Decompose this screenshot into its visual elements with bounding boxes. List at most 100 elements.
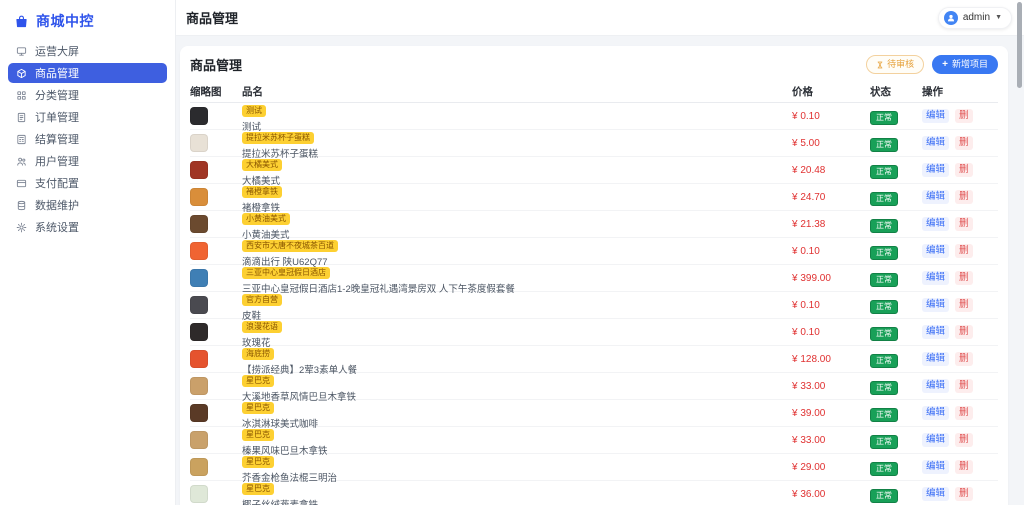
panel-actions: 待审核 + 新增项目 [866,55,998,74]
status-badge: 正常 [870,300,898,314]
edit-button[interactable]: 编辑 [922,460,949,474]
sidebar-item-label: 系统设置 [35,219,79,235]
product-price: ¥ 21.38 [792,219,870,230]
chevron-down-icon: ▼ [995,14,1002,21]
pending-review-label: 待审核 [887,60,914,69]
delete-button[interactable]: 删 [955,433,973,447]
delete-button[interactable]: 删 [955,244,973,258]
sidebar-item-label: 运营大屏 [35,43,79,59]
hourglass-icon [876,61,884,69]
delete-button[interactable]: 删 [955,109,973,123]
product-price: ¥ 399.00 [792,273,870,284]
panel-header: 商品管理 待审核 + 新增项目 [190,46,998,81]
sidebar-item-label: 商品管理 [35,65,79,81]
column-header: 状态 [870,84,922,99]
app-window: 商城中控 运营大屏商品管理分类管理订单管理结算管理用户管理支付配置数据维护系统设… [0,0,1024,505]
edit-button[interactable]: 编辑 [922,217,949,231]
sidebar-item-product[interactable]: 商品管理 [8,63,167,83]
plus-icon: + [942,60,948,70]
status-badge: 正常 [870,165,898,179]
sidebar-item-database[interactable]: 数据维护 [8,195,167,215]
delete-button[interactable]: 删 [955,406,973,420]
user-avatar-icon [944,11,958,25]
delete-button[interactable]: 删 [955,325,973,339]
pending-review-button[interactable]: 待审核 [866,55,924,74]
product-thumbnail [190,458,208,476]
edit-button[interactable]: 编辑 [922,244,949,258]
product-badge: 星巴克 [242,402,274,414]
product-price: ¥ 20.48 [792,165,870,176]
delete-button[interactable]: 删 [955,379,973,393]
product-thumbnail [190,107,208,125]
product-thumbnail [190,431,208,449]
status-badge: 正常 [870,219,898,233]
product-badge: 小黄油美式 [242,213,290,225]
shopping-bag-icon [14,14,29,29]
edit-button[interactable]: 编辑 [922,136,949,150]
product-badge: 官方自营 [242,294,282,306]
dashboard-icon [16,46,27,57]
edit-button[interactable]: 编辑 [922,190,949,204]
edit-button[interactable]: 编辑 [922,271,949,285]
sidebar-item-dashboard[interactable]: 运营大屏 [8,41,167,61]
payment-icon [16,178,27,189]
status-badge: 正常 [870,192,898,206]
product-badge: 大橘美式 [242,159,282,171]
delete-button[interactable]: 删 [955,460,973,474]
product-table-body: 测试测试¥ 0.10正常编辑删提拉米苏杯子蛋糕提拉米苏杯子蛋糕¥ 5.00正常编… [190,103,998,505]
status-badge: 正常 [870,462,898,476]
vertical-scrollbar[interactable] [1017,2,1022,88]
edit-button[interactable]: 编辑 [922,109,949,123]
status-badge: 正常 [870,327,898,341]
product-thumbnail [190,350,208,368]
status-badge: 正常 [870,489,898,503]
product-thumbnail [190,269,208,287]
settlement-icon [16,134,27,145]
user-menu-button[interactable]: admin ▼ [938,7,1012,29]
topbar: 商品管理 admin ▼ [176,0,1024,36]
content-area: 商品管理 待审核 + 新增项目 缩略图品名价格状态操作 测试 [176,36,1024,505]
status-badge: 正常 [870,273,898,287]
edit-button[interactable]: 编辑 [922,298,949,312]
edit-button[interactable]: 编辑 [922,406,949,420]
delete-button[interactable]: 删 [955,487,973,501]
product-price: ¥ 0.10 [792,246,870,257]
delete-button[interactable]: 删 [955,352,973,366]
sidebar-item-label: 数据维护 [35,197,79,213]
users-icon [16,156,27,167]
product-badge: 提拉米苏杯子蛋糕 [242,132,314,144]
product-thumbnail [190,404,208,422]
delete-button[interactable]: 删 [955,190,973,204]
sidebar-item-label: 结算管理 [35,131,79,147]
delete-button[interactable]: 删 [955,136,973,150]
sidebar-item-category[interactable]: 分类管理 [8,85,167,105]
edit-button[interactable]: 编辑 [922,163,949,177]
product-thumbnail [190,377,208,395]
edit-button[interactable]: 编辑 [922,487,949,501]
product-thumbnail [190,296,208,314]
sidebar-item-order[interactable]: 订单管理 [8,107,167,127]
table-row: 星巴克椰子丝绒燕麦拿铁¥ 36.00正常编辑删 [190,481,998,505]
product-panel: 商品管理 待审核 + 新增项目 缩略图品名价格状态操作 测试 [180,46,1008,505]
sidebar-item-settings[interactable]: 系统设置 [8,217,167,237]
edit-button[interactable]: 编辑 [922,433,949,447]
main-area: 商品管理 admin ▼ 商品管理 待审核 [176,0,1024,505]
product-badge: 测试 [242,105,266,117]
edit-button[interactable]: 编辑 [922,325,949,339]
delete-button[interactable]: 删 [955,163,973,177]
sidebar-item-users[interactable]: 用户管理 [8,151,167,171]
status-badge: 正常 [870,138,898,152]
product-badge: 星巴克 [242,429,274,441]
sidebar-item-label: 用户管理 [35,153,79,169]
delete-button[interactable]: 删 [955,271,973,285]
delete-button[interactable]: 删 [955,217,973,231]
edit-button[interactable]: 编辑 [922,352,949,366]
sidebar-item-settlement[interactable]: 结算管理 [8,129,167,149]
sidebar-item-payment[interactable]: 支付配置 [8,173,167,193]
edit-button[interactable]: 编辑 [922,379,949,393]
delete-button[interactable]: 删 [955,298,973,312]
product-price: ¥ 128.00 [792,354,870,365]
column-header: 品名 [242,84,792,99]
product-table: 缩略图品名价格状态操作 测试测试¥ 0.10正常编辑删提拉米苏杯子蛋糕提拉米苏杯… [190,81,998,505]
add-item-button[interactable]: + 新增项目 [932,55,998,74]
